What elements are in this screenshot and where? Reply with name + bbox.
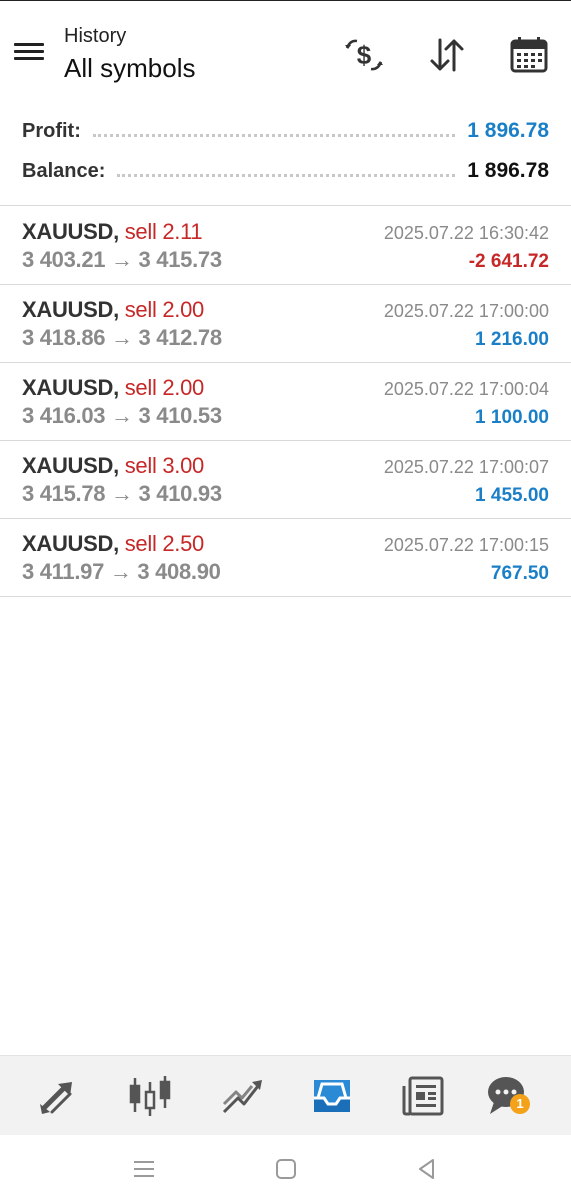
bottom-nav: 1 — [0, 1055, 571, 1135]
deal-prices: 3 403.21 → 3 415.73 — [22, 247, 222, 272]
deals-list: XAUUSD, sell 2.11 3 403.21 → 3 415.73 20… — [0, 207, 571, 597]
currency-exchange-icon[interactable]: $ — [342, 35, 386, 75]
deal-time: 2025.07.22 16:30:42 — [383, 223, 549, 243]
deal-prices: 3 415.78 → 3 410.93 — [22, 481, 222, 506]
profit-row: Profit: 1 896.78 — [22, 116, 549, 146]
deal-time: 2025.07.22 17:00:15 — [383, 535, 549, 555]
deal-profit: 1 455.00 — [475, 485, 549, 506]
deal-side: sell 2.11 — [124, 219, 203, 244]
home-icon[interactable] — [272, 1155, 300, 1183]
deal-symbol: XAUUSD, sell 2.50 — [22, 531, 205, 556]
deal-side: sell 3.00 — [124, 453, 205, 478]
deal-profit: 767.50 — [490, 563, 549, 584]
history-screen: History All symbols $ Profit: 1 896.78 B… — [0, 0, 571, 1200]
deal-side: sell 2.00 — [124, 375, 205, 400]
dotted-leader — [92, 133, 456, 137]
deal-prices: 3 416.03 → 3 410.53 — [22, 403, 222, 428]
calendar-icon[interactable] — [507, 35, 551, 75]
deal-prices: 3 418.86 → 3 412.78 — [22, 325, 222, 350]
history-icon[interactable] — [308, 1072, 356, 1120]
deal-symbol: XAUUSD, sell 2.11 — [22, 219, 203, 244]
deal-time: 2025.07.22 17:00:04 — [383, 379, 549, 399]
system-nav-bar — [0, 1135, 571, 1200]
messages-icon[interactable]: 1 — [484, 1072, 532, 1120]
dotted-leader — [117, 173, 456, 177]
deal-symbol: XAUUSD, sell 2.00 — [22, 297, 205, 322]
svg-text:$: $ — [357, 40, 372, 70]
quotes-icon[interactable] — [34, 1072, 82, 1120]
messages-badge: 1 — [510, 1094, 530, 1114]
deal-prices: 3 411.97 → 3 408.90 — [22, 559, 221, 584]
news-icon[interactable] — [400, 1072, 448, 1120]
deal-row[interactable]: XAUUSD, sell 2.00 3 416.03 → 3 410.53 20… — [0, 363, 571, 441]
deal-time: 2025.07.22 17:00:07 — [383, 457, 549, 477]
deal-symbol: XAUUSD, sell 2.00 — [22, 375, 205, 400]
trade-icon[interactable] — [218, 1072, 266, 1120]
chart-icon[interactable] — [126, 1072, 174, 1120]
deal-row[interactable]: XAUUSD, sell 2.11 3 403.21 → 3 415.73 20… — [0, 207, 571, 285]
deal-profit: 1 216.00 — [475, 329, 549, 350]
balance-value: 1 896.78 — [467, 159, 549, 182]
profit-label: Profit: — [22, 119, 81, 142]
deal-row[interactable]: XAUUSD, sell 2.50 3 411.97 → 3 408.90 20… — [0, 519, 571, 597]
deal-symbol: XAUUSD, sell 3.00 — [22, 453, 205, 478]
header-title[interactable]: All symbols — [64, 53, 195, 84]
app-header: History All symbols $ — [0, 0, 571, 100]
balance-label: Balance: — [22, 159, 106, 182]
balance-row: Balance: 1 896.78 — [22, 156, 549, 186]
deal-side: sell 2.50 — [124, 531, 205, 556]
deal-time: 2025.07.22 17:00:00 — [383, 301, 549, 321]
menu-icon[interactable] — [14, 39, 48, 69]
recent-apps-icon[interactable] — [130, 1155, 158, 1183]
deal-profit: -2 641.72 — [468, 251, 549, 272]
deal-side: sell 2.00 — [124, 297, 205, 322]
header-subtitle: History — [64, 25, 127, 47]
deal-row[interactable]: XAUUSD, sell 2.00 3 418.86 → 3 412.78 20… — [0, 285, 571, 363]
back-icon[interactable] — [413, 1155, 441, 1183]
summary-panel: Profit: 1 896.78 Balance: 1 896.78 — [0, 110, 571, 206]
deal-profit: 1 100.00 — [475, 407, 549, 428]
sort-icon[interactable] — [425, 35, 469, 75]
profit-value: 1 896.78 — [467, 119, 549, 142]
deal-row[interactable]: XAUUSD, sell 3.00 3 415.78 → 3 410.93 20… — [0, 441, 571, 519]
